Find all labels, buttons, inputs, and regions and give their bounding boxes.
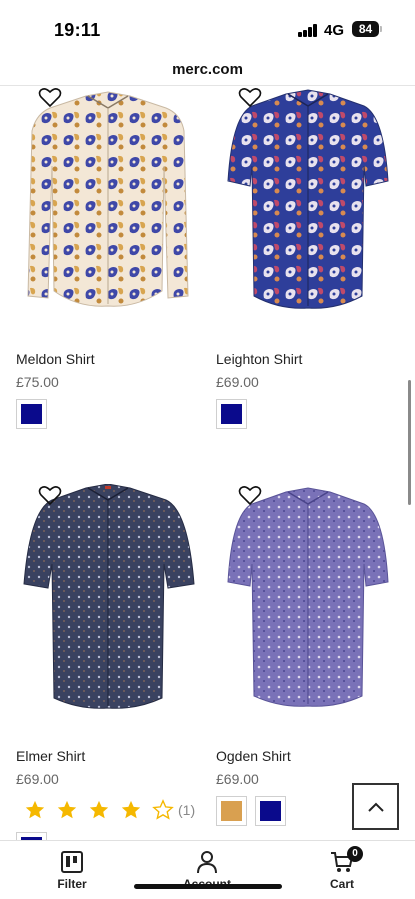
product-price: £75.00 (16, 374, 59, 390)
battery-tip (380, 26, 382, 32)
product-price: £69.00 (216, 374, 259, 390)
url-text[interactable]: merc.com (172, 61, 243, 78)
battery-icon: 84 (352, 21, 379, 37)
product-name[interactable]: Leighton Shirt (216, 351, 302, 367)
wishlist-heart-icon[interactable] (38, 484, 62, 506)
color-swatches (16, 399, 47, 429)
nav-cart[interactable]: Cart (297, 841, 387, 899)
color-swatch-navy[interactable] (16, 399, 47, 429)
product-image-leighton[interactable] (216, 86, 401, 321)
nav-filter-label: Filter (57, 877, 87, 891)
person-icon (197, 851, 217, 874)
nav-account[interactable]: Account (162, 841, 252, 899)
nav-cart-label: Cart (329, 877, 354, 891)
paisley-long-sleeve-shirt-image (27, 91, 189, 307)
paisley-short-sleeve-shirt-image (227, 89, 389, 309)
wishlist-heart-icon[interactable] (38, 86, 62, 108)
swatch-fill (221, 801, 242, 821)
color-swatch-navy[interactable] (255, 796, 286, 826)
url-bar[interactable]: merc.com (0, 56, 415, 86)
star-filled-icon (25, 800, 45, 819)
product-price: £69.00 (216, 771, 259, 787)
product-card-leighton[interactable]: Leighton Shirt £69.00 (216, 86, 401, 436)
signal-icon (298, 24, 318, 37)
star-empty-icon (152, 799, 174, 820)
product-card-meldon[interactable]: Meldon Shirt £75.00 (16, 86, 201, 436)
navy-print-short-sleeve-shirt-image (23, 484, 195, 709)
product-card-ogden[interactable]: Ogden Shirt £69.00 (216, 484, 401, 834)
wishlist-heart-icon[interactable] (238, 484, 262, 506)
color-swatch-navy[interactable] (216, 399, 247, 429)
star-filled-icon (57, 800, 77, 819)
back-to-top-button[interactable] (352, 783, 399, 830)
product-price: £69.00 (16, 771, 59, 787)
page-scrollbar[interactable] (408, 380, 411, 505)
nav-filter[interactable]: Filter (27, 841, 117, 899)
color-swatch-mustard[interactable] (216, 796, 247, 826)
swatch-fill (221, 404, 242, 424)
star-filled-icon (89, 800, 109, 819)
chevron-up-icon (367, 802, 384, 812)
status-bar: 19:11 4G 84 (0, 0, 415, 56)
star-filled-icon (121, 800, 141, 819)
status-time: 19:11 (54, 20, 101, 40)
product-image-elmer[interactable] (16, 484, 201, 719)
product-image-meldon[interactable] (16, 86, 201, 321)
swatch-fill (21, 404, 42, 424)
swatch-fill (260, 801, 281, 821)
wishlist-heart-icon[interactable] (238, 86, 262, 108)
filter-icon (61, 851, 83, 873)
star-rating: (1) (24, 799, 195, 821)
review-count: (1) (178, 802, 196, 818)
network-type: 4G (324, 22, 345, 39)
product-card-elmer[interactable]: Elmer Shirt £69.00 (1) (16, 484, 201, 834)
product-name[interactable]: Ogden Shirt (216, 748, 291, 764)
product-name[interactable]: Elmer Shirt (16, 748, 85, 764)
purple-print-short-sleeve-shirt-image (227, 487, 389, 707)
color-swatches (216, 796, 286, 826)
color-swatches (216, 399, 247, 429)
product-name[interactable]: Meldon Shirt (16, 351, 95, 367)
cart-count-badge: 0 (347, 846, 363, 862)
product-image-ogden[interactable] (216, 484, 401, 719)
home-indicator[interactable] (134, 884, 282, 889)
